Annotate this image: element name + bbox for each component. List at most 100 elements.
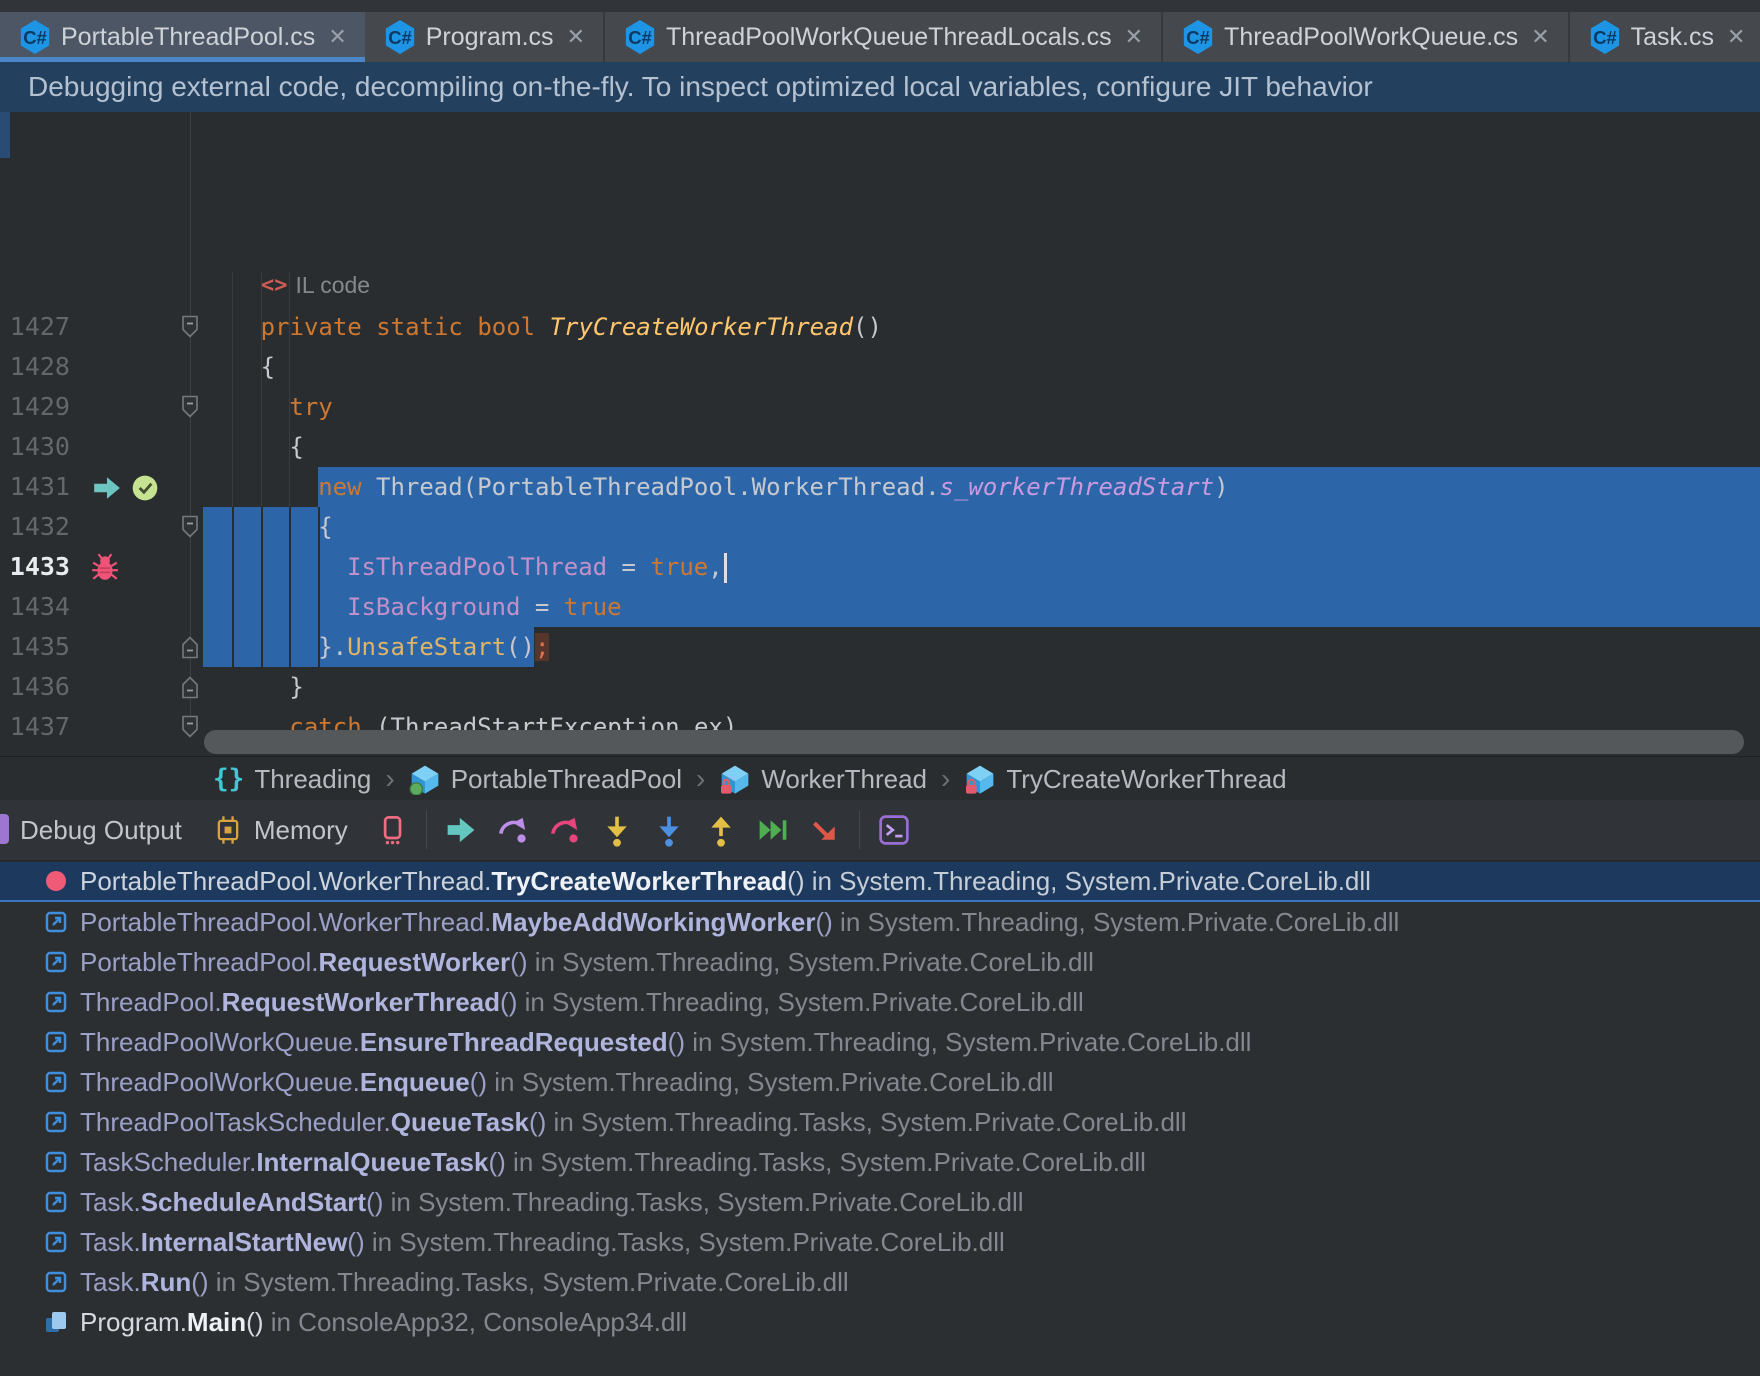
chevron-right-icon: › — [696, 763, 705, 795]
bug-breakpoint-icon[interactable] — [90, 552, 120, 582]
frame-text: ThreadPoolTaskScheduler.QueueTask() in S… — [80, 1107, 1186, 1138]
notification-message: Debugging external code, decompiling on-… — [28, 71, 1373, 103]
frame-parens: () — [246, 1307, 263, 1337]
run-to-cursor-icon[interactable] — [755, 810, 791, 850]
svg-text:C#: C# — [388, 27, 412, 48]
tab-debug-output[interactable]: Debug Output — [20, 815, 182, 846]
decompile-notification-bar: Debugging external code, decompiling on-… — [0, 62, 1760, 112]
tab-Program-cs[interactable]: C#Program.cs✕ — [365, 12, 605, 62]
code-line-1435: }.UnsafeStart(); — [203, 627, 549, 667]
code-editor[interactable]: <> IL code private static bool TryCreate… — [0, 112, 1760, 756]
tab-label: Task.cs — [1631, 23, 1714, 52]
frame-parens: () — [488, 1147, 505, 1177]
show-execution-point-icon[interactable] — [443, 810, 479, 850]
external-source-icon — [44, 950, 68, 974]
close-icon[interactable]: ✕ — [328, 24, 346, 50]
code-token: } — [289, 673, 303, 701]
frame-text: ThreadPool.RequestWorkerThread() in Syst… — [80, 987, 1084, 1018]
breadcrumb-label: PortableThreadPool — [451, 764, 682, 795]
stack-frame-row[interactable]: PortableThreadPool.RequestWorker() in Sy… — [0, 942, 1760, 982]
breadcrumb-item-TryCreateWorkerThread[interactable]: TryCreateWorkerThread — [964, 763, 1286, 795]
force-step-over-icon[interactable] — [547, 810, 583, 850]
force-run-to-cursor-icon[interactable] — [807, 810, 843, 850]
fold-marker-icon[interactable] — [180, 634, 200, 665]
breadcrumb-item-WorkerThread[interactable]: WorkerThread — [719, 763, 927, 795]
stack-frame-row[interactable]: Task.ScheduleAndStart() in System.Thread… — [0, 1182, 1760, 1222]
code-token: () — [506, 633, 535, 661]
code-line-1431: new Thread(PortableThreadPool.WorkerThre… — [203, 467, 1229, 507]
frame-method-name: QueueTask — [391, 1107, 529, 1137]
stack-frame-row[interactable]: Task.InternalStartNew() in System.Thread… — [0, 1222, 1760, 1262]
frame-class-prefix: ThreadPoolWorkQueue. — [80, 1027, 360, 1057]
frame-method-name: TryCreateWorkerThread — [491, 866, 787, 896]
frame-parens: () — [470, 1067, 487, 1097]
breadcrumb-bar: {}Threading › PortableThreadPool › WorkerT… — [0, 756, 1760, 801]
code-line-1432: { — [203, 507, 333, 547]
frame-parens: () — [347, 1227, 364, 1257]
csharp-file-icon: C# — [1181, 18, 1215, 56]
close-icon[interactable]: ✕ — [1727, 24, 1745, 50]
smart-step-into-icon[interactable] — [651, 810, 687, 850]
step-out-icon[interactable] — [703, 810, 739, 850]
frame-method-name: Run — [141, 1267, 192, 1297]
stack-frame-row[interactable]: TaskScheduler.InternalQueueTask() in Sys… — [0, 1142, 1760, 1182]
svg-text:C#: C# — [628, 27, 652, 48]
close-icon[interactable]: ✕ — [1531, 24, 1549, 50]
frame-assembly-suffix: in System.Threading.Tasks, System.Privat… — [383, 1187, 1023, 1217]
stack-frame-row[interactable]: Task.Run() in System.Threading.Tasks, Sy… — [0, 1262, 1760, 1302]
frames-view-icon[interactable] — [374, 810, 410, 850]
close-icon[interactable]: ✕ — [567, 24, 585, 50]
fold-marker-icon[interactable] — [180, 314, 200, 345]
close-icon[interactable]: ✕ — [1125, 24, 1143, 50]
code-line-1428: { — [203, 347, 275, 387]
fold-marker-icon[interactable] — [180, 394, 200, 425]
fold-marker-icon[interactable] — [180, 674, 200, 705]
breadcrumb-item-PortableThreadPool[interactable]: PortableThreadPool — [409, 763, 682, 795]
code-token: Thread(PortableThreadPool.WorkerThread. — [362, 473, 940, 501]
line-number-1429: 1429 — [0, 387, 70, 427]
stack-frame-row[interactable]: PortableThreadPool.WorkerThread.MaybeAdd… — [0, 902, 1760, 942]
tab-memory[interactable]: Memory — [254, 815, 348, 846]
code-token: TryCreateWorkerThread — [550, 313, 853, 341]
stack-frame-row[interactable]: ThreadPoolWorkQueue.EnsureThreadRequeste… — [0, 1022, 1760, 1062]
stack-frame-row[interactable]: ThreadPool.RequestWorkerThread() in Syst… — [0, 982, 1760, 1022]
line-number-1432: 1432 — [0, 507, 70, 547]
horizontal-scrollbar[interactable] — [204, 730, 1744, 754]
line-number-1435: 1435 — [0, 627, 70, 667]
stack-frame-row[interactable]: Program.Main() in ConsoleApp32, ConsoleA… — [0, 1302, 1760, 1342]
frame-parens: () — [191, 1267, 208, 1297]
frame-text: PortableThreadPool.WorkerThread.MaybeAdd… — [80, 907, 1399, 938]
tab-ThreadPoolWorkQueueThreadLocals-cs[interactable]: C#ThreadPoolWorkQueueThreadLocals.cs✕ — [605, 12, 1163, 62]
fold-marker-icon[interactable] — [180, 714, 200, 745]
code-token: try — [289, 393, 332, 421]
stack-frame-row[interactable]: ThreadPoolWorkQueue.Enqueue() in System.… — [0, 1062, 1760, 1102]
frame-text: PortableThreadPool.RequestWorker() in Sy… — [80, 947, 1094, 978]
tab-ThreadPoolWorkQueue-cs[interactable]: C#ThreadPoolWorkQueue.cs✕ — [1163, 12, 1570, 62]
tab-PortableThreadPool-cs[interactable]: C#PortableThreadPool.cs✕ — [0, 12, 365, 62]
tab-Task-cs[interactable]: C#Task.cs✕ — [1570, 12, 1760, 62]
chevron-right-icon: › — [385, 763, 394, 795]
breakpoint-verified-icon[interactable] — [130, 473, 160, 503]
method-icon — [964, 763, 996, 795]
frame-text: Program.Main() in ConsoleApp32, ConsoleA… — [80, 1307, 687, 1338]
external-source-icon — [44, 1030, 68, 1054]
frame-text: Task.Run() in System.Threading.Tasks, Sy… — [80, 1267, 849, 1298]
code-token: }. — [318, 633, 347, 661]
il-code-inlay-hint[interactable]: <> IL code — [261, 267, 370, 303]
line-number-1436: 1436 — [0, 667, 70, 707]
step-over-icon[interactable] — [495, 810, 531, 850]
open-console-icon[interactable] — [876, 810, 912, 850]
stack-frame-row[interactable]: ThreadPoolTaskScheduler.QueueTask() in S… — [0, 1102, 1760, 1142]
step-into-icon[interactable] — [599, 810, 635, 850]
external-source-icon — [44, 990, 68, 1014]
frame-class-prefix: ThreadPoolWorkQueue. — [80, 1067, 360, 1097]
code-token: { — [261, 353, 275, 381]
stack-frame-row[interactable]: PortableThreadPool.WorkerThread.TryCreat… — [0, 862, 1760, 902]
editor-tab-bar: C#PortableThreadPool.cs✕C#Program.cs✕C#T… — [0, 0, 1760, 62]
frame-assembly-suffix: in System.Threading.Tasks, System.Privat… — [506, 1147, 1146, 1177]
breadcrumb-item-Threading[interactable]: {}Threading — [213, 764, 371, 795]
code-line-1436: } — [203, 667, 304, 707]
frame-text: Task.InternalStartNew() in System.Thread… — [80, 1227, 1005, 1258]
fold-marker-icon[interactable] — [180, 514, 200, 545]
frame-text: ThreadPoolWorkQueue.EnsureThreadRequeste… — [80, 1027, 1251, 1058]
